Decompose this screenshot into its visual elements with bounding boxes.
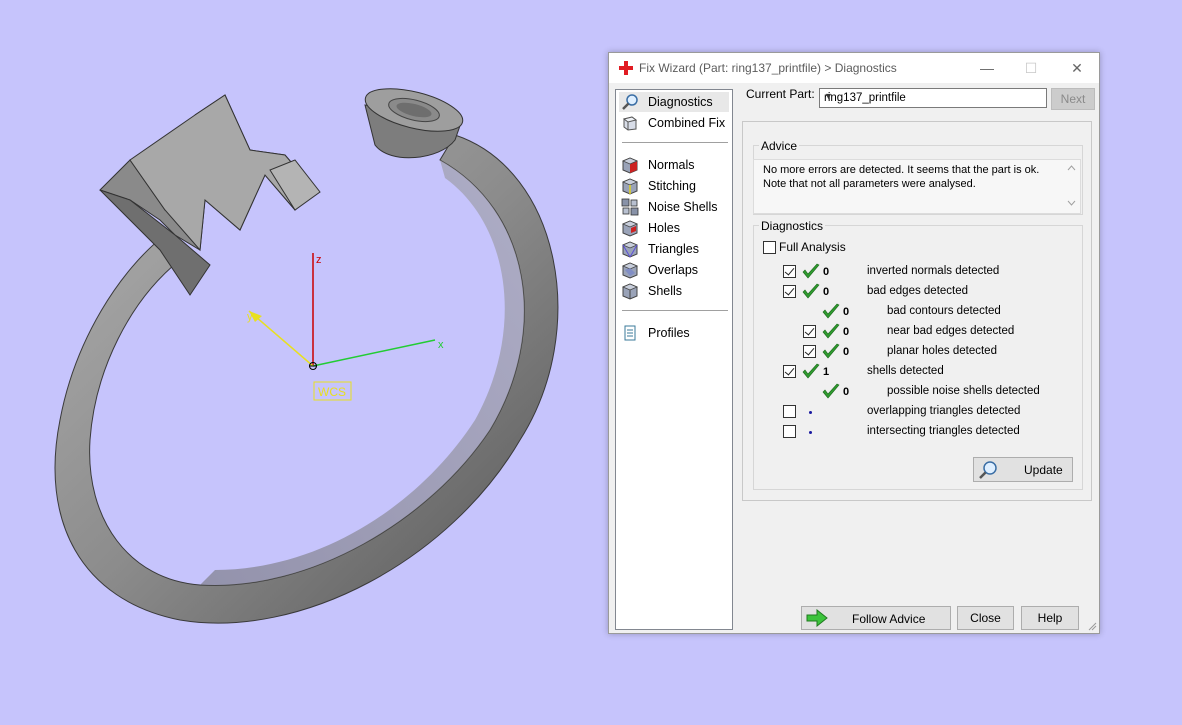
diagnostic-label: inverted normals detected (867, 265, 1000, 277)
overlaps-cube-icon (621, 262, 639, 279)
nav-label: Overlaps (648, 263, 699, 277)
diagnostic-label: near bad edges detected (887, 325, 1015, 337)
nav-label: Profiles (648, 326, 690, 340)
diagnostic-checkbox[interactable] (783, 425, 796, 438)
cube-icon (622, 116, 638, 131)
shells-cube-icon (621, 283, 639, 300)
diagnostic-checkbox[interactable] (783, 265, 796, 278)
normals-cube-icon (621, 157, 639, 174)
dialog-title: Fix Wizard (Part: ring137_printfile) > D… (639, 61, 897, 75)
advice-group-title: Advice (759, 139, 800, 153)
maximize-button[interactable]: ☐ (1009, 53, 1053, 83)
nav-label: Shells (648, 284, 683, 298)
diagnostics-group-title: Diagnostics (759, 219, 826, 233)
advice-text: No more errors are detected. It seems th… (763, 164, 1040, 190)
nav-label: Diagnostics (648, 95, 713, 109)
green-check-icon (822, 303, 840, 319)
follow-advice-button[interactable]: Follow Advice (801, 606, 951, 630)
green-check-icon (822, 383, 840, 399)
nav-item-shells[interactable]: Shells (619, 281, 729, 301)
green-check-icon (802, 283, 820, 299)
coordinate-axes: z x y WCS (247, 253, 444, 401)
diagnostic-checkbox[interactable] (803, 345, 816, 358)
close-window-button[interactable]: ✕ (1055, 53, 1099, 83)
diagnostic-label: intersecting triangles detected (867, 425, 1020, 437)
diagnostic-label: planar holes detected (887, 345, 997, 357)
document-icon (624, 325, 636, 341)
next-button[interactable]: Next (1051, 88, 1095, 110)
stitching-cube-icon (621, 178, 639, 195)
triangles-cube-icon (621, 241, 639, 258)
nav-label: Noise Shells (648, 200, 718, 214)
nav-separator (622, 310, 728, 311)
diagnostic-label: bad contours detected (887, 305, 1001, 317)
diagnostic-label: shells detected (867, 365, 944, 377)
update-button[interactable]: Update (973, 457, 1073, 482)
nav-separator (622, 142, 728, 143)
y-axis-label: y (247, 311, 253, 323)
pending-status-dot (809, 431, 812, 434)
noise-shells-icon (621, 198, 639, 216)
diagnostic-count: 0 (843, 346, 850, 358)
x-axis-label: x (438, 339, 444, 351)
advice-textbox[interactable]: No more errors are detected. It seems th… (753, 159, 1081, 214)
diagnostic-count: 0 (823, 266, 830, 278)
nav-label: Combined Fix (648, 116, 726, 130)
nav-label: Holes (648, 221, 680, 235)
resize-grip-icon[interactable] (1087, 621, 1097, 631)
nav-item-diagnostics[interactable]: Diagnostics (619, 92, 729, 112)
z-axis-label: z (316, 254, 322, 266)
nav-item-stitching[interactable]: Stitching (619, 176, 729, 196)
full-analysis-label: Full Analysis (779, 240, 846, 254)
green-check-icon (802, 263, 820, 279)
current-part-select[interactable]: ring137_printfile ▼ (819, 88, 1047, 108)
full-analysis-checkbox[interactable] (763, 241, 776, 254)
green-check-icon (822, 323, 840, 339)
advice-scrollbar[interactable] (1063, 160, 1080, 213)
diagnostic-label: possible noise shells detected (887, 385, 1040, 397)
pending-status-dot (809, 411, 812, 414)
update-label: Update (1024, 463, 1063, 477)
red-cross-app-icon (619, 61, 633, 75)
nav-item-normals[interactable]: Normals (619, 155, 729, 175)
nav-item-noise-shells[interactable]: Noise Shells (619, 197, 729, 217)
nav-label: Normals (648, 158, 695, 172)
magnifier-icon (979, 461, 997, 479)
nav-label: Stitching (648, 179, 696, 193)
nav-item-triangles[interactable]: Triangles (619, 239, 729, 259)
magnifier-icon (622, 94, 638, 110)
diagnostic-checkbox[interactable] (783, 405, 796, 418)
diagnostic-label: overlapping triangles detected (867, 405, 1021, 417)
nav-item-overlaps[interactable]: Overlaps (619, 260, 729, 280)
green-check-icon (822, 343, 840, 359)
help-button[interactable]: Help (1021, 606, 1079, 630)
diagnostic-count: 1 (823, 366, 830, 378)
fix-wizard-dialog: Fix Wizard (Part: ring137_printfile) > D… (608, 52, 1100, 634)
holes-cube-icon (621, 220, 639, 237)
minimize-button[interactable]: — (965, 53, 1009, 83)
current-part-label: Current Part: (746, 87, 815, 101)
diagnostic-checkbox[interactable] (803, 325, 816, 338)
diagnostic-label: bad edges detected (867, 285, 969, 297)
diagnostics-panel: Advice No more errors are detected. It s… (742, 121, 1092, 501)
green-arrow-icon (806, 609, 828, 627)
nav-item-profiles[interactable]: Profiles (619, 323, 729, 343)
diagnostic-count: 0 (843, 326, 850, 338)
diagnostic-count: 0 (843, 386, 850, 398)
follow-advice-label: Follow Advice (852, 612, 926, 626)
green-check-icon (802, 363, 820, 379)
diagnostic-checkbox[interactable] (783, 285, 796, 298)
diagnostic-count: 0 (823, 286, 830, 298)
close-button[interactable]: Close (957, 606, 1014, 630)
title-bar[interactable]: Fix Wizard (Part: ring137_printfile) > D… (609, 53, 1099, 83)
diagnostic-count: 0 (843, 306, 850, 318)
nav-label: Triangles (648, 242, 699, 256)
wcs-label: WCS (318, 385, 346, 399)
diagnostic-checkbox[interactable] (783, 365, 796, 378)
nav-item-combined-fix[interactable]: Combined Fix (619, 113, 729, 133)
wizard-nav-list: Diagnostics Combined Fix Normals Stitchi… (615, 89, 733, 630)
nav-item-holes[interactable]: Holes (619, 218, 729, 238)
chevron-down-icon: ▼ (824, 91, 833, 101)
